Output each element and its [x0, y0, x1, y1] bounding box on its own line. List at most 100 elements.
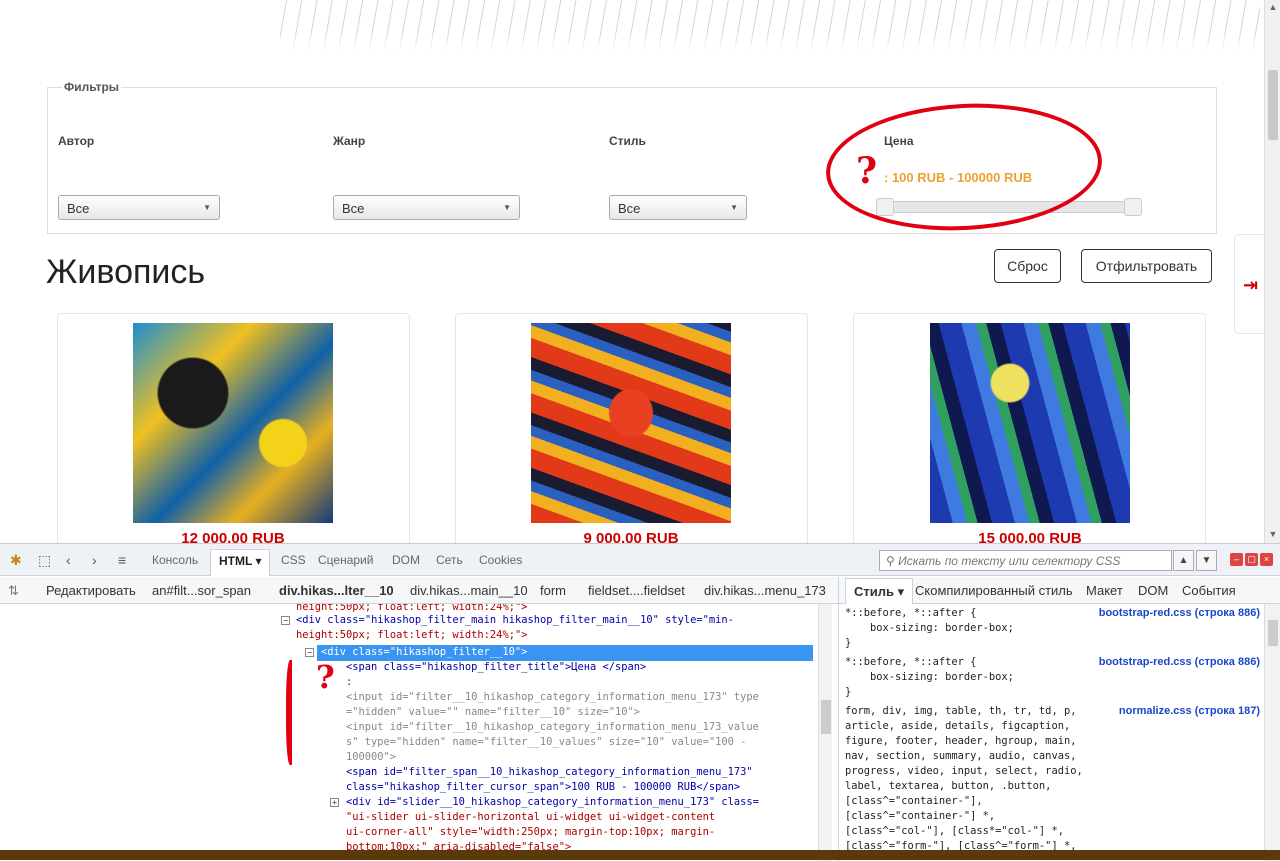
css-line: label, textarea, button, .button,: [845, 780, 1052, 792]
selected-node-highlight[interactable]: <div class="hikashop_filter__10">: [317, 645, 813, 661]
tab-html-label: HTML: [219, 554, 253, 568]
painting-image[interactable]: [930, 323, 1130, 523]
code-line: class="hikashop_filter_cursor_span">100 …: [346, 781, 741, 793]
code-line[interactable]: <div id="slider__10_hikashop_category_in…: [346, 795, 759, 810]
painting-image[interactable]: [531, 323, 731, 523]
page-scrollbar[interactable]: ▲ ▼: [1264, 0, 1280, 543]
breadcrumb-item[interactable]: form: [540, 583, 566, 598]
css-line: [class^="container-"] *,: [845, 810, 996, 822]
chevron-down-icon: ▼: [730, 203, 738, 212]
code-line: s" type="hidden" name="filter__10_values…: [346, 736, 747, 748]
tab-style[interactable]: Стиль ▾: [845, 578, 914, 604]
tab-cookies[interactable]: Cookies: [479, 553, 522, 567]
product-price: 15 000,00 RUB: [978, 530, 1082, 543]
code-line: height:50px; float:left; width:24%;">: [296, 629, 528, 641]
tab-computed-style[interactable]: Скомпилированный стиль: [915, 583, 1073, 598]
css-line: *::before, *::after {: [845, 656, 977, 668]
code-line: "ui-slider ui-slider-horizontal ui-widge…: [346, 811, 716, 823]
css-line: [class^="col-"], [class*="col-"] *,: [845, 825, 1064, 837]
reset-button[interactable]: Сброс: [994, 249, 1061, 283]
devtools-panel: ✱ ⬚ ‹ › ≡ Консоль HTML ▾ CSS Сценарий DO…: [0, 543, 1280, 861]
close-icon[interactable]: ×: [1260, 553, 1273, 566]
collapse-icon[interactable]: −: [305, 648, 314, 657]
firebug-icon[interactable]: ✱: [10, 552, 22, 569]
code-line[interactable]: <input id="filter__10_hikashop_category_…: [346, 720, 759, 735]
css-line: form, div, img, table, th, tr, td, p,: [845, 705, 1077, 717]
scroll-up-icon[interactable]: ▲: [1265, 0, 1280, 14]
product-price: 12 000,00 RUB: [181, 530, 285, 543]
code-line[interactable]: <div class="hikashop_filter_main hikasho…: [296, 613, 734, 628]
css-line[interactable]: box-sizing: border-box;: [845, 621, 1014, 636]
collapse-icon[interactable]: −: [281, 616, 290, 625]
tab-layout[interactable]: Макет: [1086, 583, 1123, 598]
filter-button[interactable]: Отфильтровать: [1081, 249, 1212, 283]
css-source-link[interactable]: bootstrap-red.css (строка 886): [1099, 655, 1260, 670]
price-slider-max-handle[interactable]: [1124, 198, 1142, 216]
author-select[interactable]: Все ▼: [58, 195, 220, 220]
login-side-tab[interactable]: ⇥: [1234, 234, 1264, 334]
breadcrumb-item[interactable]: an#filt...sor_span: [152, 583, 251, 598]
html-breadcrumb-bar: ⇅ Редактировать an#filt...sor_span div.h…: [0, 577, 838, 604]
split-icon[interactable]: ⇅: [8, 583, 19, 599]
breadcrumb-item[interactable]: fieldset....fieldset: [588, 583, 685, 598]
tab-html[interactable]: HTML ▾: [210, 549, 271, 576]
tab-css[interactable]: CSS: [281, 553, 306, 567]
back-icon[interactable]: ‹: [66, 552, 71, 568]
search-prev-icon[interactable]: ▲: [1173, 550, 1194, 571]
edit-button[interactable]: Редактировать: [46, 583, 136, 598]
tab-script[interactable]: Сценарий: [318, 553, 373, 567]
breadcrumb-item[interactable]: div.hikas...menu_173: [704, 583, 826, 598]
css-line: figure, footer, header, hgroup, main,: [845, 735, 1077, 747]
author-filter-label: Автор: [58, 134, 95, 148]
css-source-link[interactable]: normalize.css (строка 187): [1119, 704, 1260, 719]
tab-style-label: Стиль: [854, 584, 894, 599]
tab-dom[interactable]: DOM: [392, 553, 420, 567]
tab-network[interactable]: Сеть: [436, 553, 463, 567]
tab-side-dom[interactable]: DOM: [1138, 583, 1168, 598]
red-question-mark: ?: [856, 150, 878, 192]
css-source-link[interactable]: bootstrap-red.css (строка 886): [1099, 606, 1260, 621]
scrollbar-thumb[interactable]: [821, 700, 831, 734]
chevron-down-icon: ▼: [503, 203, 511, 212]
tab-console[interactable]: Консоль: [152, 553, 198, 567]
css-line[interactable]: box-sizing: border-box;: [845, 670, 1014, 685]
code-line: ="hidden" value="" name="filter__10" siz…: [346, 706, 641, 718]
breadcrumb-item[interactable]: div.hikas...main__10: [410, 583, 528, 598]
code-line[interactable]: <span class="hikashop_filter_title">Цена…: [346, 660, 646, 675]
css-line: article, aside, details, figcaption,: [845, 720, 1071, 732]
minimize-icon[interactable]: –: [1230, 553, 1243, 566]
inspect-icon[interactable]: ⬚: [38, 552, 51, 569]
css-line: nav, section, summary, audio, canvas,: [845, 750, 1077, 762]
code-line-selected: <div class="hikashop_filter__10">: [321, 646, 528, 658]
code-line: :: [346, 676, 353, 688]
breadcrumb-item-current[interactable]: div.hikas...lter__10: [279, 583, 394, 598]
style-scrollbar[interactable]: [1264, 604, 1280, 861]
forward-icon[interactable]: ›: [92, 552, 97, 568]
page-title: Живопись: [46, 253, 206, 291]
scrollbar-thumb[interactable]: [1268, 620, 1278, 646]
code-line[interactable]: <input id="filter__10_hikashop_category_…: [346, 690, 759, 705]
expand-icon[interactable]: +: [330, 798, 339, 807]
red-question-mark: ?: [316, 658, 335, 696]
devtools-search-input[interactable]: ⚲ Искать по тексту или селектору CSS: [879, 550, 1172, 571]
genre-select-value: Все: [342, 201, 365, 216]
style-rules-panel: *::before, *::after { bootstrap-red.css …: [838, 604, 1264, 861]
html-scrollbar[interactable]: [818, 604, 832, 861]
scrollbar-thumb[interactable]: [1268, 70, 1278, 140]
red-annotation-stroke: [286, 660, 296, 765]
code-line[interactable]: <span id="filter_span__10_hikashop_categ…: [346, 765, 753, 780]
genre-select[interactable]: Все ▼: [333, 195, 520, 220]
painting-image[interactable]: [133, 323, 333, 523]
command-line-icon[interactable]: ≡: [118, 552, 126, 568]
search-next-icon[interactable]: ▼: [1196, 550, 1217, 571]
html-source-tree: height:50px; float:left; width:24%;"> − …: [0, 604, 820, 861]
tab-events[interactable]: События: [1182, 583, 1236, 598]
style-select-value: Все: [618, 201, 641, 216]
detach-icon[interactable]: ▢: [1245, 553, 1258, 566]
search-placeholder: Искать по тексту или селектору CSS: [898, 554, 1121, 568]
os-taskbar: [0, 850, 1280, 860]
devtools-toolbar: ✱ ⬚ ‹ › ≡ Консоль HTML ▾ CSS Сценарий DO…: [0, 544, 1280, 576]
css-line: }: [845, 686, 852, 698]
style-select[interactable]: Все ▼: [609, 195, 747, 220]
scroll-down-icon[interactable]: ▼: [1265, 527, 1280, 541]
